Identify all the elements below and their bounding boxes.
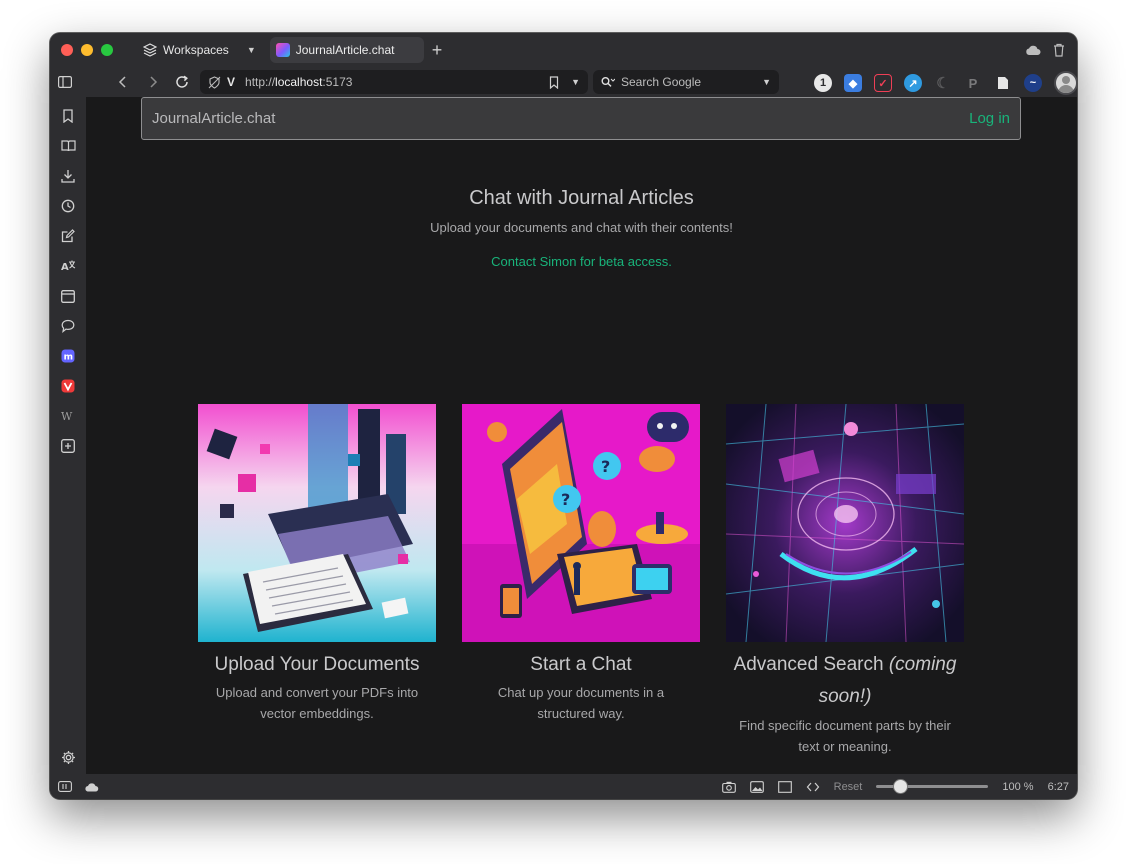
hero-section: Chat with Journal Articles Upload your d… xyxy=(86,187,1077,271)
feature-title: Advanced Search (coming soon!) xyxy=(726,649,964,713)
zoom-reset-button[interactable]: Reset xyxy=(834,781,863,793)
mastodon-icon[interactable]: m xyxy=(55,343,81,369)
search-input[interactable]: Search Google ▼ xyxy=(593,70,779,94)
extension-puzzle-icon[interactable]: ◆ xyxy=(844,74,862,92)
tab-title: JournalArticle.chat xyxy=(295,43,395,57)
window-panel-icon[interactable] xyxy=(55,283,81,309)
onepassword-icon[interactable]: 1 xyxy=(814,74,832,92)
notes-icon[interactable] xyxy=(55,223,81,249)
status-bar: Reset 100 % 6:27 xyxy=(50,774,1077,799)
site-brand[interactable]: JournalArticle.chat xyxy=(152,110,275,127)
site-favicon-icon xyxy=(275,43,290,57)
address-bar[interactable]: V http://localhost:5173 ▼ xyxy=(200,70,588,94)
bookmark-icon[interactable] xyxy=(549,75,559,89)
panel-toggle-icon[interactable] xyxy=(54,71,76,93)
feature-title: Upload Your Documents xyxy=(214,654,420,675)
zoom-level: 100 % xyxy=(1002,780,1034,793)
reading-list-icon[interactable] xyxy=(55,133,81,159)
downloads-icon[interactable] xyxy=(55,163,81,189)
chat-illustration: ? ? xyxy=(462,404,700,642)
trash-icon[interactable] xyxy=(1053,43,1065,57)
site-navbar: JournalArticle.chat Log in xyxy=(141,97,1021,140)
add-web-panel-icon[interactable] xyxy=(55,433,81,459)
extension-wave-icon[interactable]: ~ xyxy=(1024,74,1042,92)
page-subtitle: Upload your documents and chat with thei… xyxy=(430,220,733,235)
search-illustration xyxy=(726,404,964,642)
page-content: JournalArticle.chat Log in Chat with Jou… xyxy=(86,97,1077,774)
site-info-icon[interactable] xyxy=(208,75,221,89)
translate-icon[interactable]: A xyxy=(55,253,81,279)
clock: 6:27 xyxy=(1047,780,1069,793)
minimize-window-button[interactable] xyxy=(81,44,93,56)
address-toolbar: V http://localhost:5173 ▼ Search Google … xyxy=(50,67,1077,97)
svg-text:A: A xyxy=(61,262,69,273)
feature-title-text: Advanced Search xyxy=(733,654,884,675)
bookmarks-panel-icon[interactable] xyxy=(55,103,81,129)
camera-icon[interactable] xyxy=(721,781,736,793)
chevron-down-icon[interactable]: ▼ xyxy=(571,77,580,87)
tab-journalarticle[interactable]: JournalArticle.chat xyxy=(269,37,424,63)
history-icon[interactable] xyxy=(55,193,81,219)
url-prefix: http:// xyxy=(245,75,276,89)
feature-card-upload: Upload Your Documents Upload and convert… xyxy=(198,404,436,724)
side-panel: A m W xyxy=(50,97,86,774)
chat-bubble-icon[interactable] xyxy=(55,313,81,339)
svg-text:W: W xyxy=(61,410,73,423)
feature-description: Find specific document parts by their te… xyxy=(739,718,951,754)
forward-icon[interactable] xyxy=(142,71,164,93)
dark-mode-moon-icon[interactable]: ☾ xyxy=(934,74,952,92)
zoom-window-button[interactable] xyxy=(101,44,113,56)
feature-description: Upload and convert your PDFs into vector… xyxy=(215,685,419,721)
feature-title: Start a Chat xyxy=(530,654,632,675)
page-title: Chat with Journal Articles xyxy=(469,187,694,209)
login-link[interactable]: Log in xyxy=(969,110,1010,127)
zoom-slider-handle[interactable] xyxy=(893,779,909,794)
svg-text:?: ? xyxy=(601,457,610,476)
window-controls xyxy=(61,44,113,56)
svg-text:m: m xyxy=(64,353,73,363)
feature-card-chat: ? ? Start a Chat Chat up your documents … xyxy=(462,404,700,724)
url-suffix: :5173 xyxy=(322,75,353,89)
search-placeholder: Search Google xyxy=(621,75,702,89)
zoom-slider[interactable] xyxy=(876,779,989,794)
workspaces-label: Workspaces xyxy=(163,43,229,57)
feature-description: Chat up your documents in a structured w… xyxy=(497,685,665,721)
settings-gear-icon[interactable] xyxy=(55,744,81,770)
paypal-icon[interactable]: P xyxy=(964,74,982,92)
pocket-icon[interactable]: ✓ xyxy=(874,74,892,92)
extensions-toolbar: 1 ◆ ✓ ↗ ☾ P ~ xyxy=(814,71,1077,95)
avatar[interactable] xyxy=(1054,71,1077,95)
reload-icon[interactable] xyxy=(171,71,193,93)
contact-link[interactable]: Contact Simon for beta access. xyxy=(491,254,672,269)
upload-illustration xyxy=(198,404,436,642)
search-icon xyxy=(601,76,615,88)
document-icon[interactable] xyxy=(994,74,1012,92)
vivaldi-icon: V xyxy=(227,75,236,89)
tab-bar: Workspaces ▼ JournalArticle.chat + xyxy=(50,33,1077,67)
layers-icon xyxy=(143,43,157,57)
panel-toggle-icon[interactable] xyxy=(58,781,72,792)
cloud-sync-icon[interactable] xyxy=(84,782,99,792)
new-tab-button[interactable]: + xyxy=(432,41,443,59)
url-host: localhost xyxy=(275,75,323,89)
feature-card-search: Advanced Search (coming soon!) Find spec… xyxy=(726,404,964,757)
vivaldi-community-icon[interactable] xyxy=(55,373,81,399)
cloud-sync-icon[interactable] xyxy=(1025,44,1041,56)
svg-text:?: ? xyxy=(561,490,570,509)
browser-window: Workspaces ▼ JournalArticle.chat + V htt… xyxy=(50,33,1077,799)
wikipedia-icon[interactable]: W xyxy=(55,403,81,429)
chevron-down-icon: ▼ xyxy=(246,45,256,55)
page-tiling-icon[interactable] xyxy=(777,780,792,793)
back-icon[interactable] xyxy=(112,71,134,93)
close-window-button[interactable] xyxy=(61,44,73,56)
workspaces-button[interactable]: Workspaces ▼ xyxy=(139,37,260,63)
page-actions-icon[interactable] xyxy=(806,781,820,793)
compass-icon[interactable]: ↗ xyxy=(904,74,922,92)
chevron-down-icon[interactable]: ▼ xyxy=(762,77,771,87)
image-toggle-icon[interactable] xyxy=(749,780,764,793)
